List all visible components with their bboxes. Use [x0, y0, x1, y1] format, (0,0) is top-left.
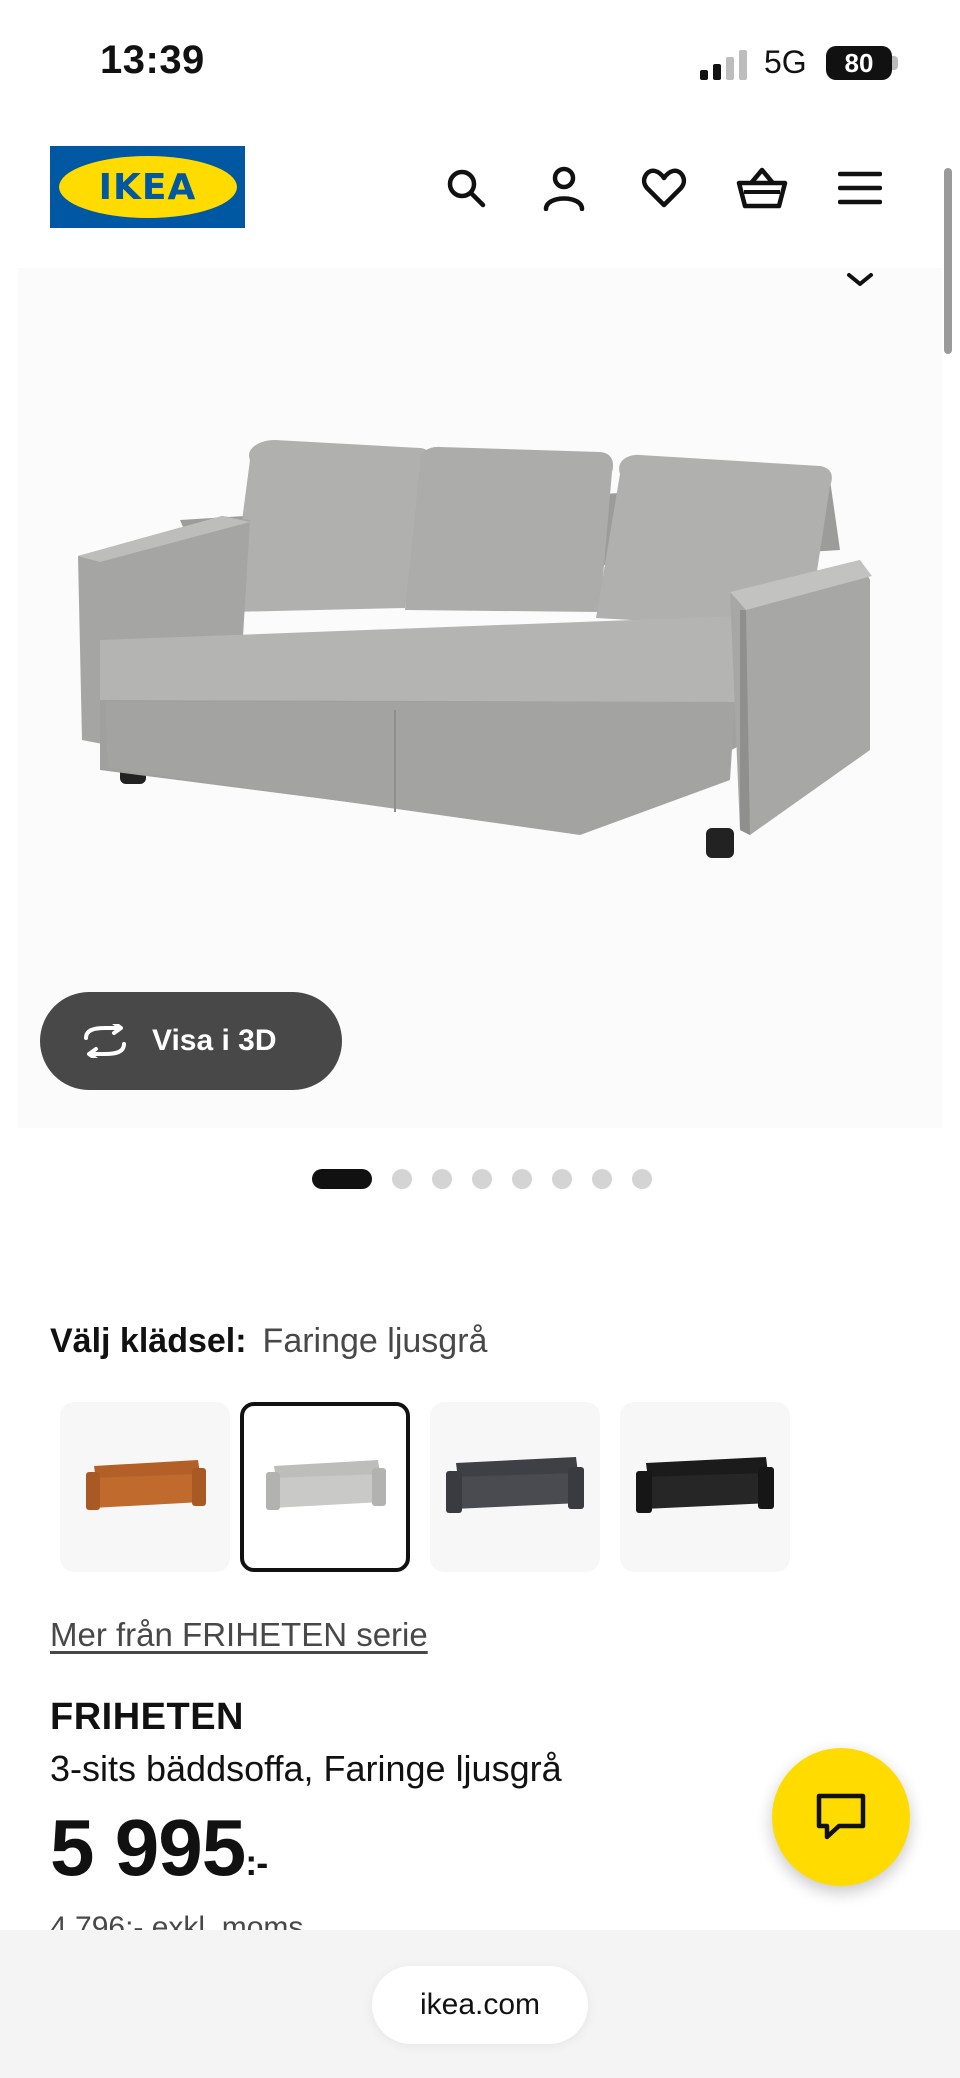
pager-dot[interactable]	[392, 1169, 412, 1189]
signal-icon	[700, 50, 747, 80]
fabric-swatch-dark-grey[interactable]	[430, 1402, 600, 1572]
menu-icon[interactable]	[832, 160, 888, 216]
pager-dot[interactable]	[632, 1169, 652, 1189]
battery-tip	[892, 56, 898, 70]
page-scrollbar[interactable]	[944, 168, 952, 354]
price-suffix: :-	[245, 1842, 268, 1883]
address-bar[interactable]: ikea.com	[372, 1966, 588, 2044]
status-bar: 13:39 5G 80	[0, 0, 960, 120]
product-price: 5 995:-	[50, 1808, 268, 1888]
network-type: 5G	[764, 44, 807, 80]
battery-icon: 80	[826, 46, 892, 80]
view-in-3d-button[interactable]: Visa i 3D	[40, 992, 342, 1090]
fabric-label: Välj klädsel:	[50, 1322, 247, 1360]
search-icon[interactable]	[438, 160, 494, 216]
fabric-swatch-black[interactable]	[620, 1402, 790, 1572]
basket-icon[interactable]	[734, 160, 790, 216]
logo-text: IKEA	[98, 166, 197, 208]
product-name: FRIHETEN	[50, 1696, 244, 1738]
pager-dot[interactable]	[592, 1169, 612, 1189]
chat-button[interactable]	[772, 1748, 910, 1886]
fabric-selected-value: Faringe ljusgrå	[262, 1322, 488, 1360]
chat-icon	[816, 1793, 866, 1840]
series-link[interactable]: Mer från FRIHETEN serie	[50, 1616, 428, 1654]
pager-dot-active[interactable]	[312, 1169, 372, 1189]
view-in-3d-label: Visa i 3D	[152, 1024, 277, 1057]
fabric-selector-label: Välj klädsel: Faringe ljusgrå	[50, 1322, 487, 1361]
product-description: 3-sits bäddsoffa, Faringe ljusgrå	[50, 1748, 562, 1789]
pager-dot[interactable]	[512, 1169, 532, 1189]
pager-dot[interactable]	[472, 1169, 492, 1189]
product-image-sofa	[78, 440, 872, 858]
logo-oval: IKEA	[58, 156, 237, 218]
pager-dot[interactable]	[552, 1169, 572, 1189]
heart-icon[interactable]	[636, 160, 692, 216]
pager-dot[interactable]	[432, 1169, 452, 1189]
site-header: IKEA	[0, 140, 960, 240]
chevron-down-icon[interactable]	[812, 252, 908, 308]
ikea-logo[interactable]: IKEA	[50, 146, 245, 228]
rotate-3d-icon	[84, 1024, 126, 1058]
price-amount: 5 995	[50, 1803, 246, 1892]
fabric-swatch-orange[interactable]	[60, 1402, 230, 1572]
battery-level: 80	[844, 47, 874, 78]
fabric-swatch-light-grey[interactable]	[240, 1402, 410, 1572]
status-time: 13:39	[100, 38, 205, 82]
account-icon[interactable]	[536, 160, 592, 216]
image-pager[interactable]	[312, 1168, 652, 1190]
